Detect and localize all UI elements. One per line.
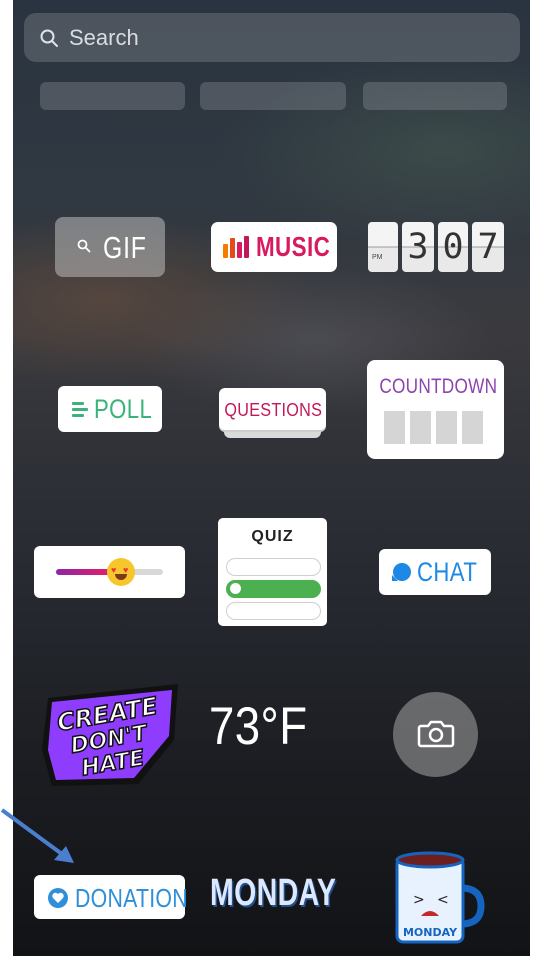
- temperature-label: 73°F: [209, 697, 308, 756]
- mug-graphic: > < MONDAY: [395, 851, 485, 944]
- search-icon: [40, 29, 58, 47]
- monday-mug-sticker[interactable]: > < MONDAY: [391, 848, 487, 948]
- time-digit: 0: [438, 222, 468, 272]
- monday-label: MONDAY: [210, 872, 337, 914]
- chat-label: CHAT: [417, 557, 478, 587]
- donation-label: DONATION: [75, 883, 188, 913]
- time-sticker[interactable]: PM 3 0 7: [368, 222, 504, 272]
- gif-label: GIF: [103, 230, 147, 265]
- chat-sticker[interactable]: CHAT: [379, 549, 491, 595]
- music-bars-icon: [223, 236, 251, 258]
- time-digit: 3: [402, 222, 434, 272]
- quiz-option: [226, 558, 321, 576]
- countdown-sticker[interactable]: COUNTDOWN: [367, 360, 504, 459]
- search-bar[interactable]: Search: [24, 13, 520, 62]
- search-icon: [77, 239, 91, 253]
- gif-sticker[interactable]: GIF: [55, 217, 165, 277]
- temperature-sticker[interactable]: 73°F: [209, 696, 349, 776]
- countdown-boxes: [384, 411, 488, 449]
- camera-icon: [417, 720, 455, 748]
- emoji-slider-sticker[interactable]: ♥ ♥: [34, 546, 185, 598]
- create-dont-hate-graphic: CREATE DON'T HATE: [42, 684, 178, 786]
- music-sticker[interactable]: MUSIC: [211, 222, 337, 272]
- quiz-sticker[interactable]: QUIZ: [218, 518, 327, 626]
- poll-sticker[interactable]: POLL: [58, 386, 162, 432]
- sticker-tray-screen: Search GIF MUSIC PM 3 0 7 POLL QUESTIONS: [13, 0, 530, 956]
- chat-bubble-tail: [392, 575, 398, 581]
- svg-text:<: <: [437, 892, 449, 908]
- donation-sticker[interactable]: DONATION: [34, 875, 188, 919]
- questions-sticker[interactable]: QUESTIONS: [219, 388, 326, 438]
- music-label: MUSIC: [256, 231, 331, 262]
- poll-label: POLL: [94, 394, 153, 424]
- heart-eyes-emoji-icon: ♥ ♥: [107, 558, 135, 586]
- create-dont-hate-sticker[interactable]: CREATE DON'T HATE: [38, 680, 184, 790]
- quiz-option-correct: [226, 580, 321, 598]
- time-digit: 7: [472, 222, 504, 272]
- mention-sticker-partial[interactable]: [200, 82, 346, 110]
- quiz-option: [226, 602, 321, 620]
- questions-card: QUESTIONS: [219, 388, 326, 430]
- search-placeholder: Search: [69, 25, 139, 50]
- questions-label: QUESTIONS: [224, 400, 323, 420]
- svg-text:MONDAY: MONDAY: [403, 926, 458, 939]
- hashtag-sticker-partial[interactable]: [363, 82, 507, 110]
- quiz-label: QUIZ: [251, 528, 294, 545]
- heart-icon: [48, 888, 68, 908]
- arrow-pointer: [0, 808, 74, 863]
- countdown-label: COUNTDOWN: [379, 375, 498, 398]
- location-sticker-partial[interactable]: [40, 82, 185, 110]
- camera-sticker-button[interactable]: [393, 692, 478, 777]
- poll-lines-icon: [72, 402, 88, 420]
- svg-text:>: >: [413, 892, 425, 908]
- time-period-card: PM: [368, 222, 398, 272]
- slider-fill: [56, 569, 114, 575]
- time-period: PM: [372, 254, 383, 261]
- check-icon: [230, 583, 241, 594]
- monday-sticker[interactable]: MONDAY: [210, 872, 337, 922]
